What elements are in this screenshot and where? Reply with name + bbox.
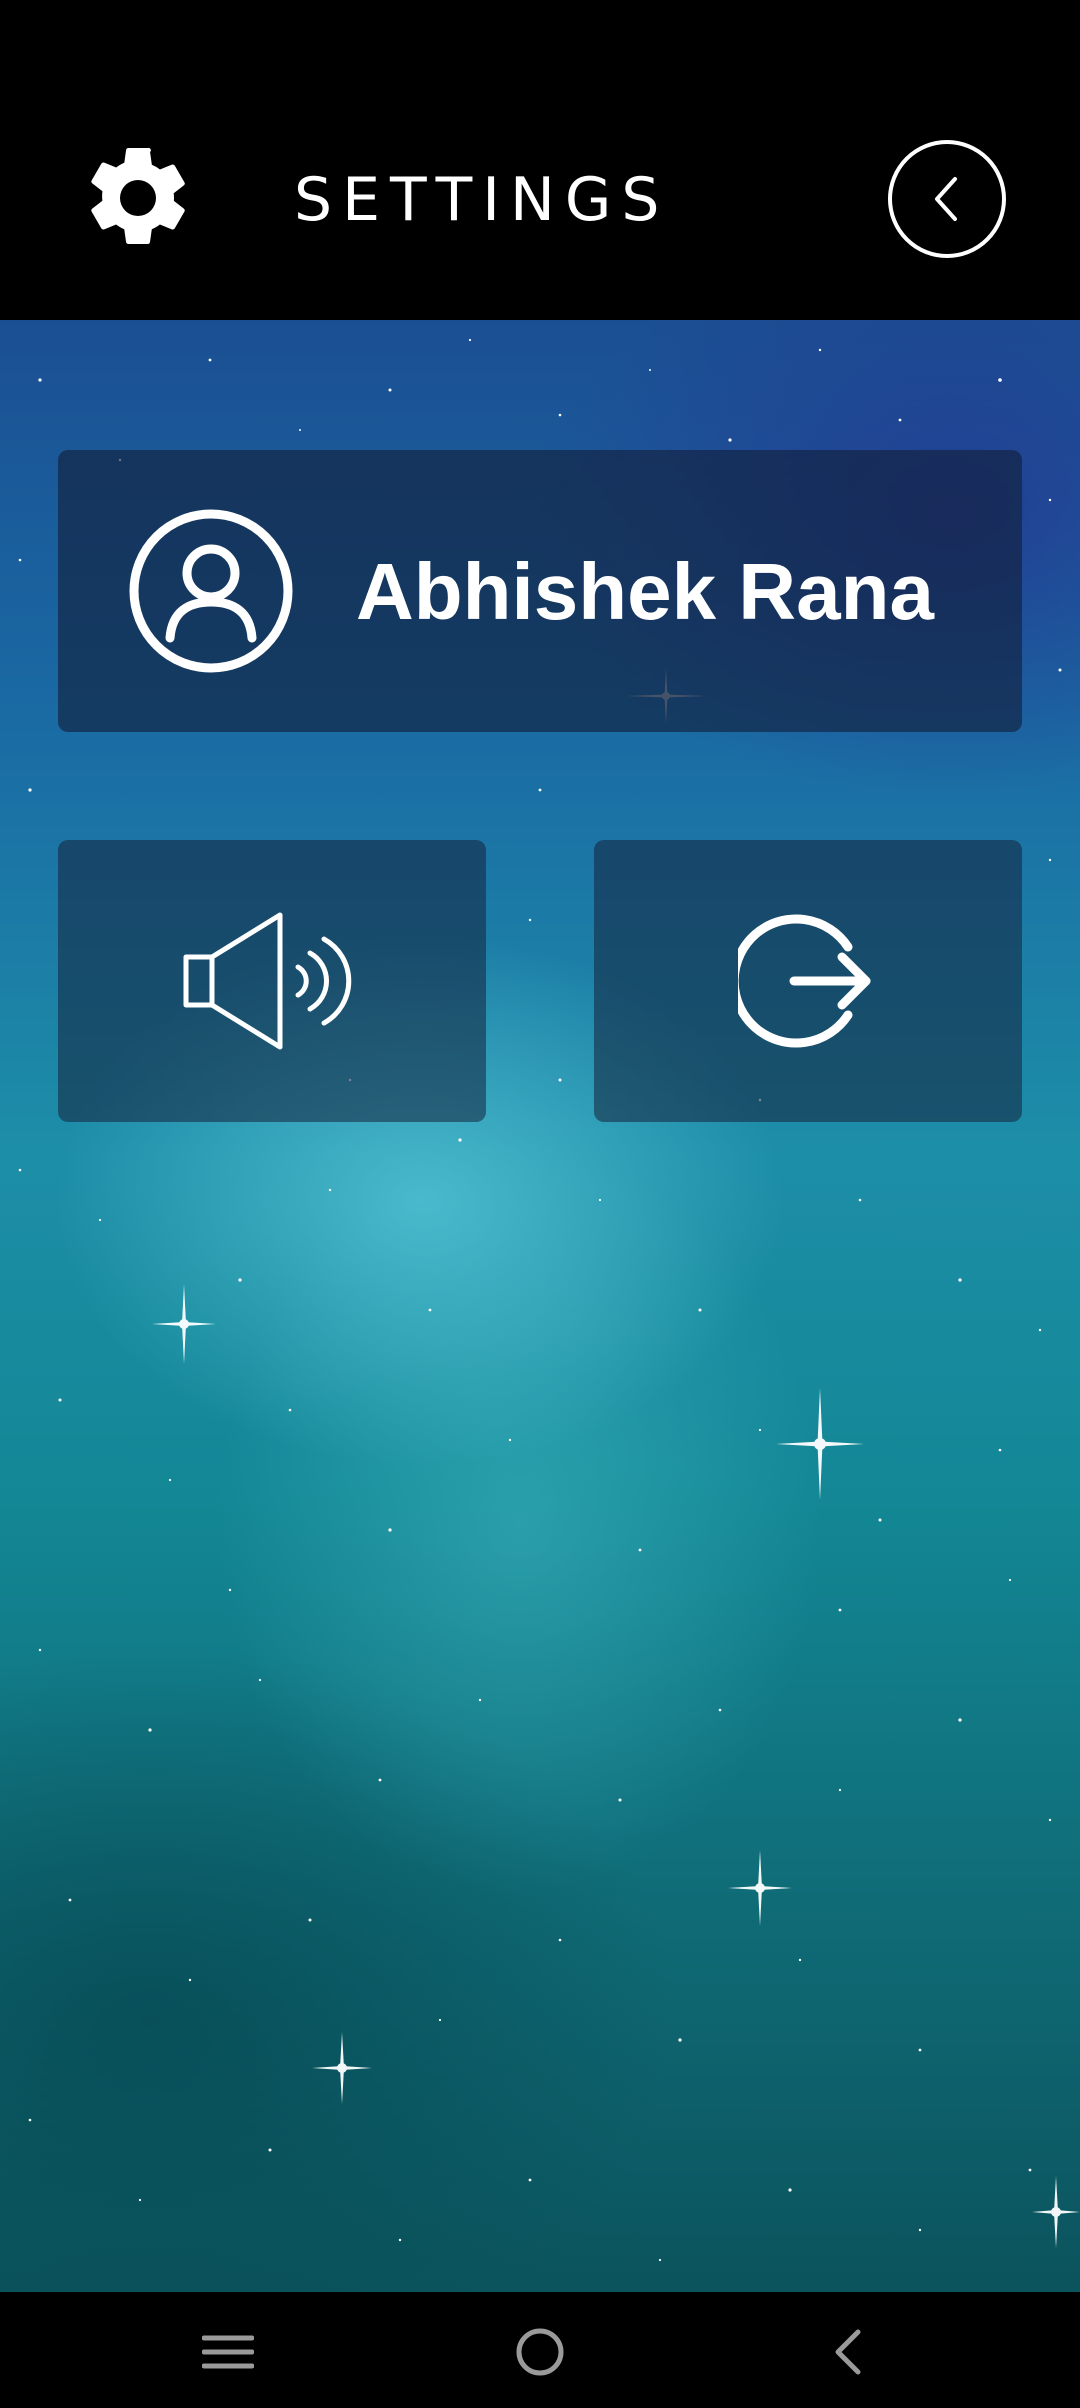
logout-arrow-icon [738, 914, 871, 1048]
gear-icon [91, 147, 185, 244]
home-circle-icon [516, 2328, 564, 2376]
logout-button[interactable] [594, 840, 1022, 1122]
back-chevron-icon [835, 2329, 861, 2375]
home-button[interactable] [480, 2310, 600, 2394]
back-button[interactable] [888, 140, 1006, 258]
user-circle-icon [129, 509, 293, 673]
recents-button[interactable] [168, 2310, 288, 2394]
profile-card[interactable]: Abhishek Rana [58, 450, 1022, 732]
settings-screen: SETTINGS Abhishek Rana [0, 0, 1080, 2408]
galaxy-background: Abhishek Rana [0, 320, 1080, 2292]
chevron-left-icon [935, 177, 957, 221]
system-navigation-bar [0, 2292, 1080, 2408]
sound-toggle-button[interactable] [58, 840, 486, 1122]
profile-name: Abhishek Rana [356, 547, 934, 636]
speaker-volume-icon [183, 912, 352, 1050]
menu-lines-icon [202, 2335, 254, 2369]
system-back-button[interactable] [788, 2310, 908, 2394]
page-title: SETTINGS [294, 165, 670, 235]
header-bar: SETTINGS [0, 0, 1080, 320]
